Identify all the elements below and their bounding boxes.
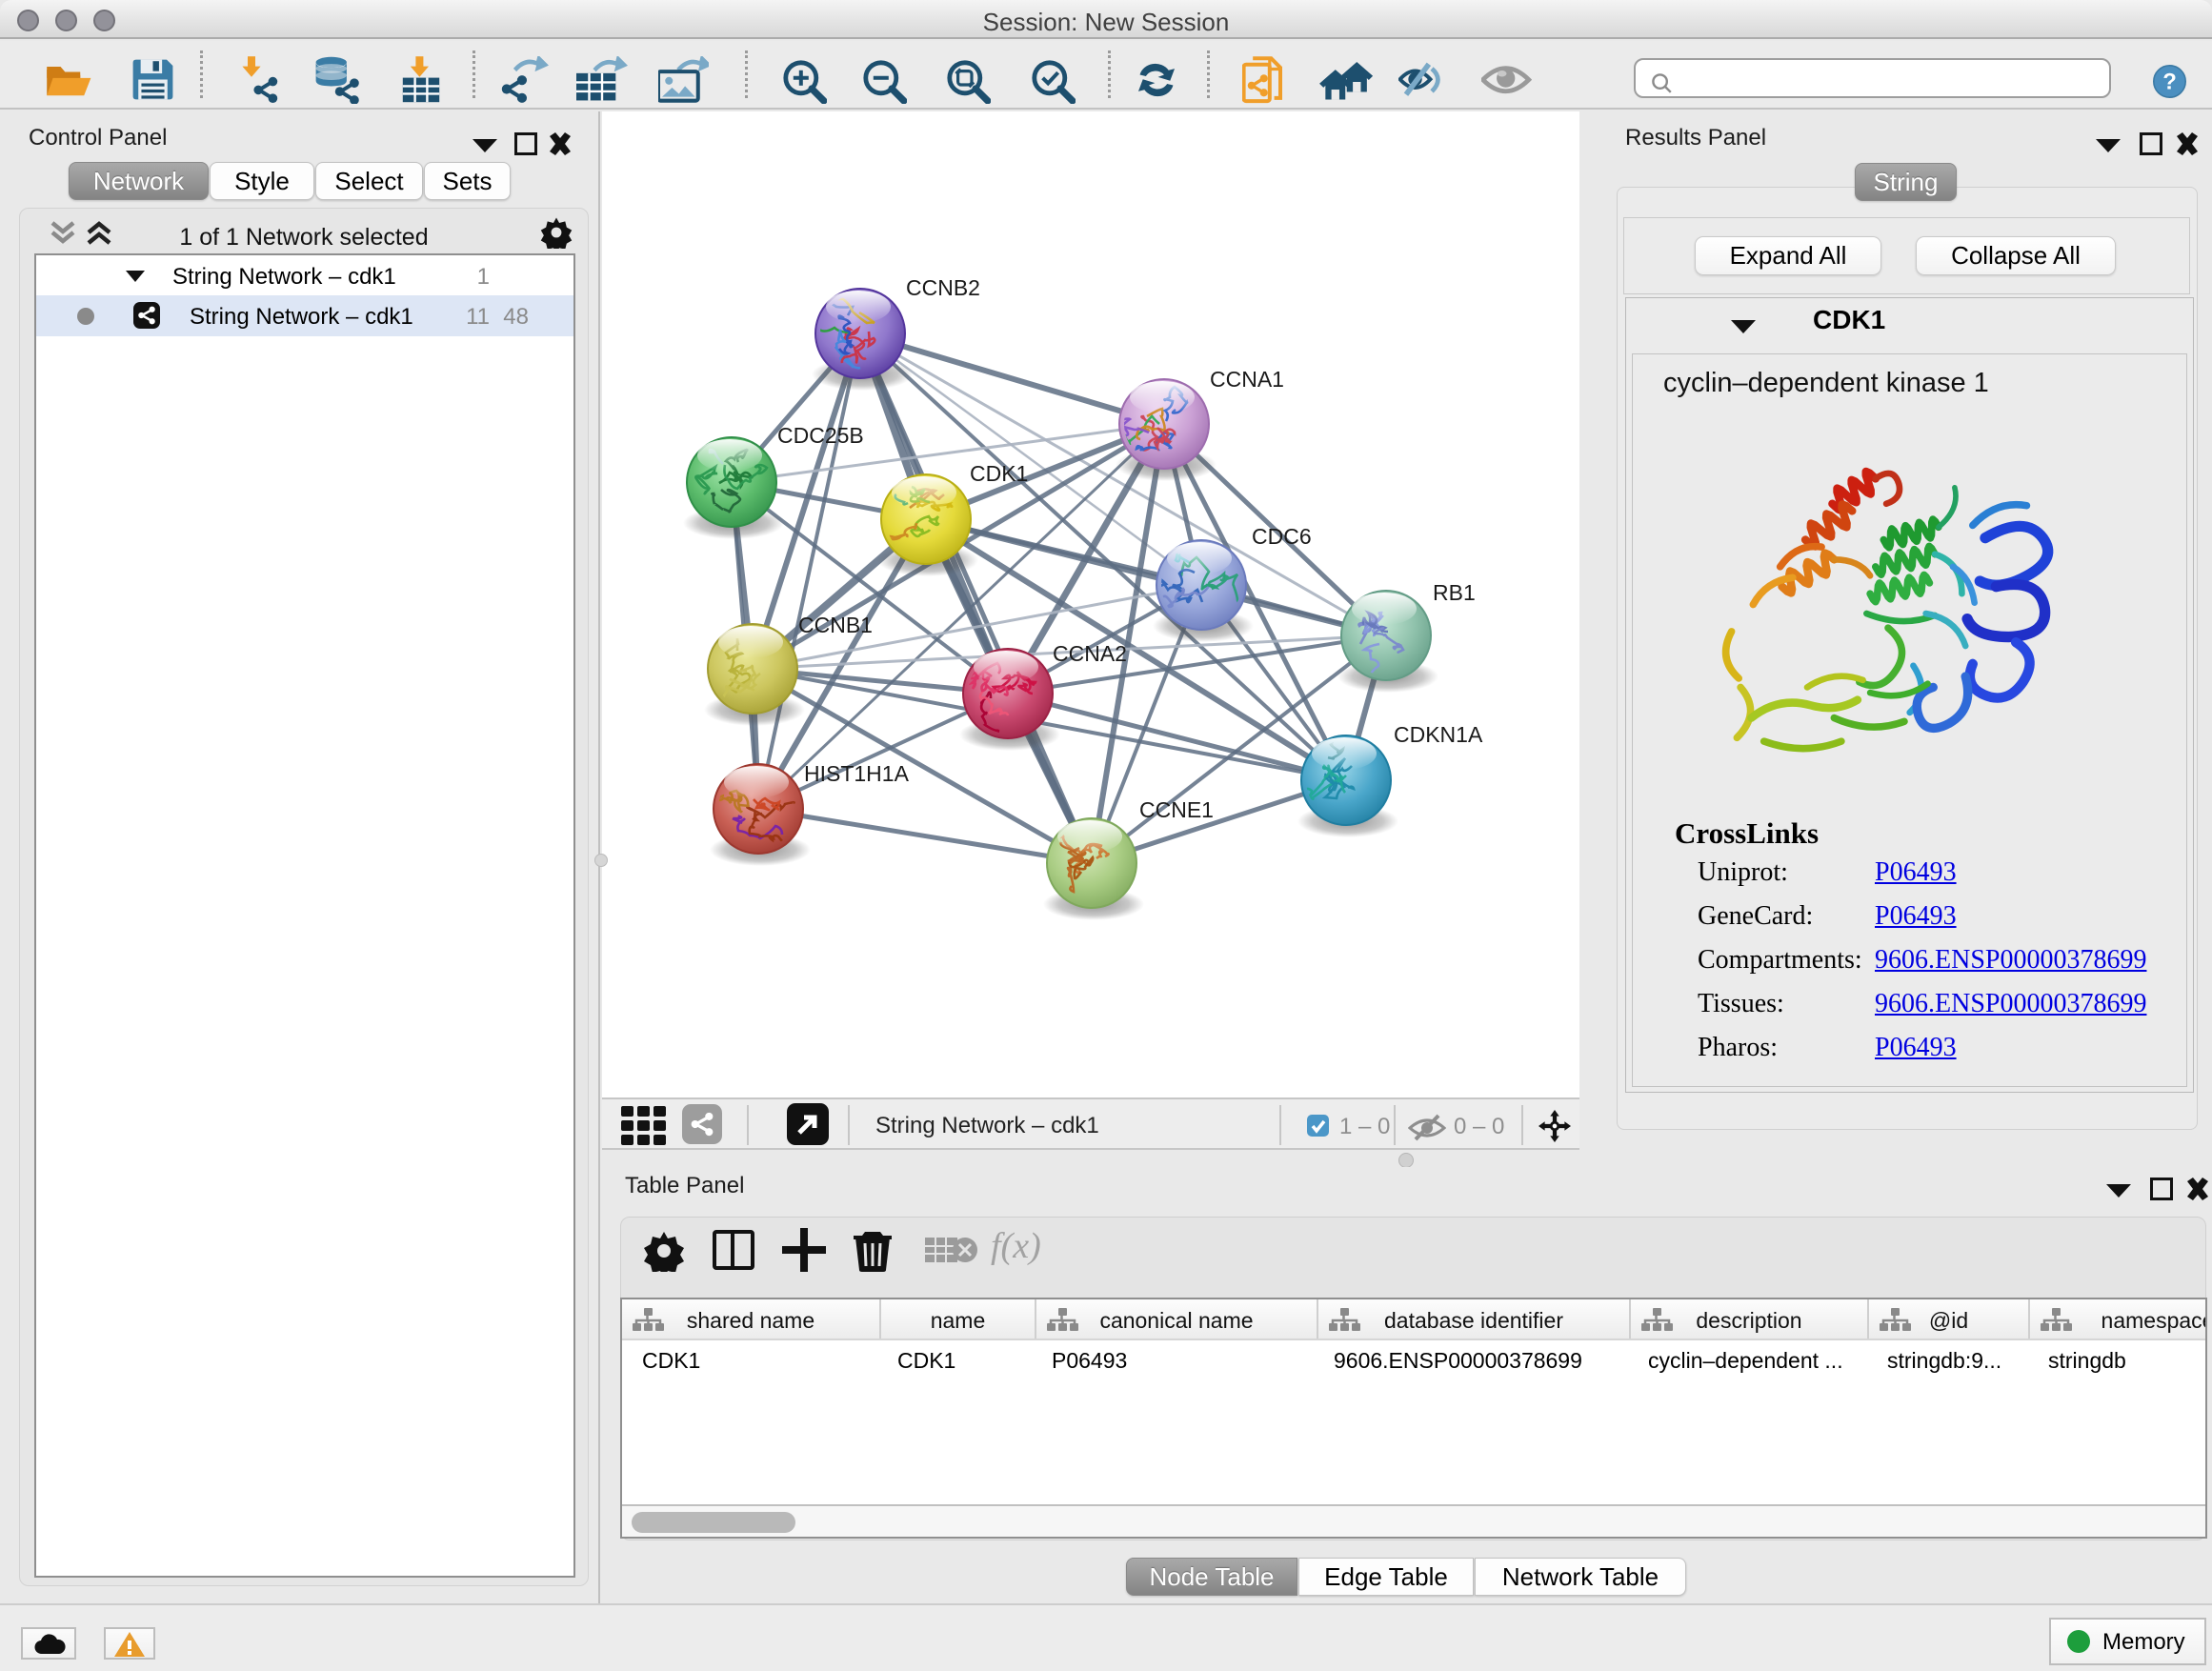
svg-text:CDKN1A: CDKN1A [1394, 722, 1483, 747]
svg-text:HIST1H1A: HIST1H1A [804, 761, 910, 786]
svg-text:CCNE1: CCNE1 [1139, 797, 1214, 822]
svg-text:RB1: RB1 [1433, 580, 1476, 605]
svg-text:CCNA2: CCNA2 [1053, 641, 1127, 666]
svg-text:CDC6: CDC6 [1252, 524, 1312, 549]
svg-text:CCNB1: CCNB1 [798, 613, 873, 637]
svg-text:CCNB2: CCNB2 [906, 275, 980, 300]
svg-text:?: ? [2162, 69, 2177, 94]
svg-text:CDC25B: CDC25B [777, 423, 864, 448]
svg-text:CDK1: CDK1 [970, 461, 1028, 486]
svg-text:CCNA1: CCNA1 [1210, 367, 1284, 392]
